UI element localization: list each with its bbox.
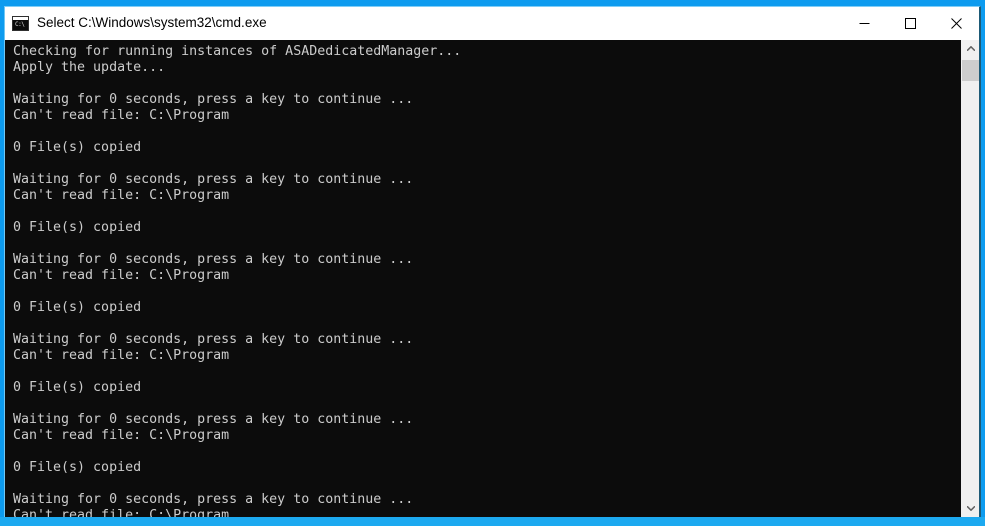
cmd-console-window[interactable]: C:\ Select C:\Windows\system32\cmd.exe C…: [4, 6, 981, 517]
console-line: Waiting for 0 seconds, press a key to co…: [13, 252, 414, 267]
close-button[interactable]: [933, 7, 979, 39]
maximize-button[interactable]: [887, 7, 933, 39]
window-controls: [841, 7, 979, 39]
cmd-icon-prompt-text: C:\: [15, 20, 25, 28]
console-scrollbar[interactable]: [961, 40, 979, 517]
console-line: Waiting for 0 seconds, press a key to co…: [13, 172, 414, 187]
console-line: 0 File(s) copied: [13, 460, 142, 475]
minimize-button[interactable]: [841, 7, 887, 39]
minimize-icon: [859, 22, 869, 24]
console-line: Waiting for 0 seconds, press a key to co…: [13, 92, 414, 107]
console-line: Can't read file: C:\Program: [13, 508, 230, 517]
desktop-background: C:\ Select C:\Windows\system32\cmd.exe C…: [0, 0, 985, 526]
console-line: Can't read file: C:\Program: [13, 428, 230, 443]
scroll-down-button[interactable]: [962, 500, 979, 517]
console-line: Can't read file: C:\Program: [13, 268, 230, 283]
console-line: 0 File(s) copied: [13, 220, 142, 235]
console-line: Can't read file: C:\Program: [13, 348, 230, 363]
close-icon: [950, 17, 962, 29]
cmd-icon[interactable]: C:\: [12, 15, 29, 31]
cmd-icon-titlestrip: [13, 16, 28, 20]
console-line: Can't read file: C:\Program: [13, 108, 230, 123]
scrollbar-thumb[interactable]: [962, 60, 979, 81]
console-line: Checking for running instances of ASADed…: [13, 44, 462, 59]
window-title: Select C:\Windows\system32\cmd.exe: [37, 15, 267, 30]
console-output[interactable]: Checking for running instances of ASADed…: [5, 40, 961, 517]
maximize-icon: [904, 17, 916, 29]
console-line: Apply the update...: [13, 60, 166, 75]
chevron-up-icon: [966, 46, 975, 51]
console-line: 0 File(s) copied: [13, 380, 142, 395]
title-bar[interactable]: C:\ Select C:\Windows\system32\cmd.exe: [5, 7, 979, 40]
console-line: 0 File(s) copied: [13, 140, 142, 155]
title-bar-left: C:\ Select C:\Windows\system32\cmd.exe: [5, 15, 841, 31]
scroll-up-button[interactable]: [962, 40, 979, 57]
console-line: 0 File(s) copied: [13, 300, 142, 315]
console-line: Can't read file: C:\Program: [13, 188, 230, 203]
scrollbar-track[interactable]: [962, 57, 979, 500]
desktop-accent-strip: [0, 517, 985, 526]
console-line: Waiting for 0 seconds, press a key to co…: [13, 492, 414, 507]
console-body[interactable]: Checking for running instances of ASADed…: [5, 40, 979, 517]
chevron-down-icon: [966, 506, 975, 511]
console-line: Waiting for 0 seconds, press a key to co…: [13, 412, 414, 427]
console-line: Waiting for 0 seconds, press a key to co…: [13, 332, 414, 347]
